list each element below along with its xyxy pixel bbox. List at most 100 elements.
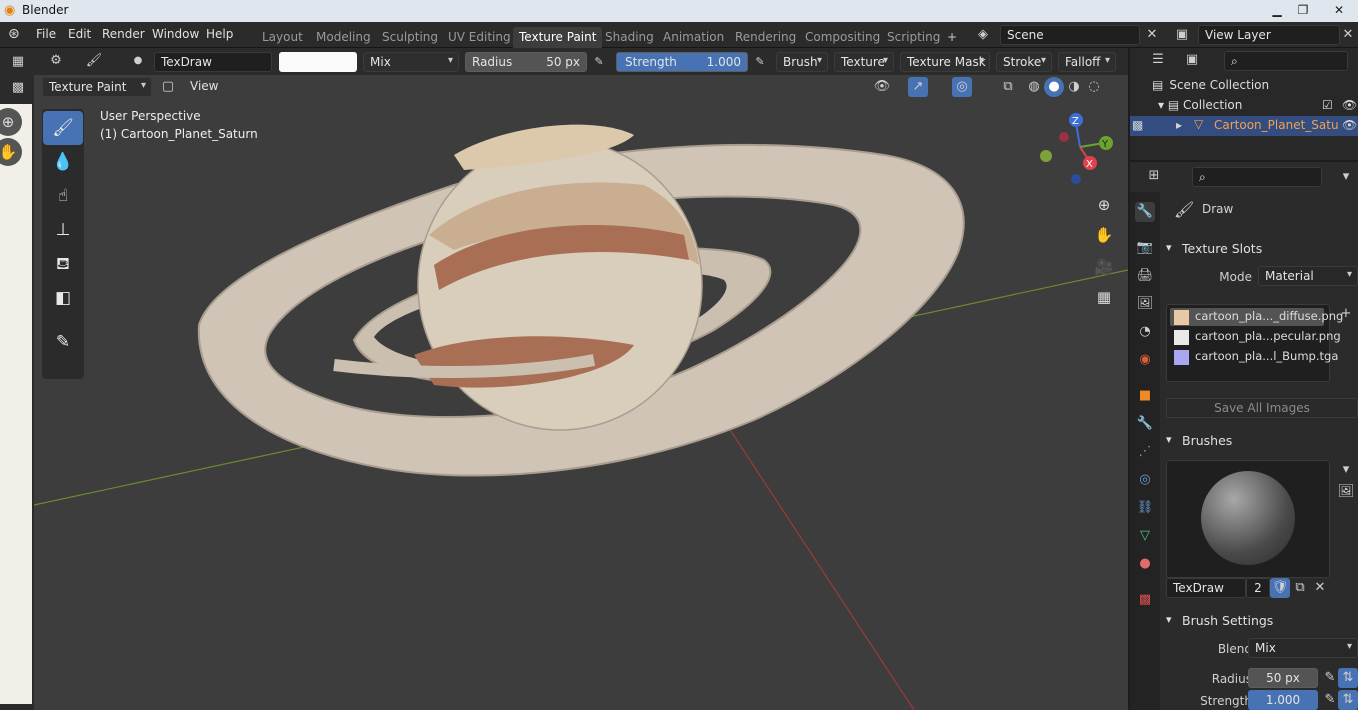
strength-pressure-icon[interactable]: ✎ <box>750 52 770 72</box>
radius-field[interactable]: 50 px <box>1248 668 1318 688</box>
scene-collection-row[interactable]: ▤ Scene Collection <box>1152 78 1269 92</box>
render-tab-icon[interactable]: 📷 <box>1135 238 1155 258</box>
texture-slot-bump[interactable]: cartoon_pla...l_Bump.tga <box>1170 348 1338 366</box>
menu-file[interactable]: File <box>36 27 56 41</box>
collection-visibility-icon[interactable]: 👁 <box>1342 98 1357 112</box>
strength-field[interactable]: 1.000 <box>1248 690 1318 710</box>
duplicate-brush-icon[interactable]: ⧉ <box>1290 578 1310 598</box>
close-icon[interactable]: ✕ <box>1324 1 1354 19</box>
xray-icon[interactable]: ⧉ <box>998 77 1018 97</box>
object-visibility-icon[interactable]: 👁 <box>1342 118 1357 132</box>
mask-tool-icon[interactable]: ◧ <box>43 281 83 315</box>
draw-tool-icon[interactable]: 🖌 <box>43 111 83 145</box>
overlay-toggle-icon[interactable]: ◎ <box>952 77 972 97</box>
object-tab-icon[interactable]: ■ <box>1135 386 1155 406</box>
tool-settings-icon[interactable]: ⚙ <box>46 51 66 71</box>
output-tab-icon[interactable]: 🖨 <box>1135 266 1155 286</box>
tab-animation[interactable]: Animation <box>657 27 730 48</box>
view-layer-icon[interactable]: ▣ <box>1172 25 1192 45</box>
fake-user-icon[interactable]: 🛡 <box>1270 578 1290 598</box>
brush-name-field[interactable]: TexDraw <box>154 52 272 72</box>
brush-menu[interactable]: Brush <box>776 52 828 72</box>
outliner-search-input[interactable]: ⌕ <box>1224 51 1348 71</box>
checker-icon[interactable]: ▩ <box>8 78 28 98</box>
panel-options-icon[interactable]: ▾ <box>1336 167 1356 187</box>
viewport-shading-icon[interactable]: ▢ <box>158 77 178 97</box>
add-workspace-button[interactable]: + <box>941 27 963 48</box>
image-editor-canvas[interactable] <box>0 104 32 704</box>
physics-tab-icon[interactable]: ◎ <box>1135 470 1155 490</box>
texture-slots-header[interactable]: Texture Slots <box>1162 238 1358 260</box>
custom-icon-icon[interactable]: 🖼 <box>1336 482 1356 502</box>
tab-layout[interactable]: Layout <box>256 27 309 48</box>
add-slot-icon[interactable]: + <box>1336 304 1356 324</box>
brush-name-field[interactable]: TexDraw <box>1166 578 1246 598</box>
properties-search-input[interactable]: ⌕ <box>1192 167 1322 187</box>
collection-checkbox-icon[interactable]: ☑ <box>1322 98 1333 112</box>
menu-help[interactable]: Help <box>206 27 233 41</box>
clone-tool-icon[interactable]: ⊥ <box>43 213 83 247</box>
view-layer-tab-icon[interactable]: 🖼 <box>1135 294 1155 314</box>
3d-viewport[interactable]: 🖌 💧 ☝ ⊥ ⛾ ◧ ✎ User Perspective (1) Carto… <box>34 75 1128 710</box>
tab-texture-paint[interactable]: Texture Paint <box>513 27 603 48</box>
menu-render[interactable]: Render <box>102 27 145 41</box>
tab-compositing[interactable]: Compositing <box>799 27 886 48</box>
smear-tool-icon[interactable]: ☝ <box>43 179 83 213</box>
blend-mode-dropdown[interactable]: Mix <box>363 52 459 72</box>
strength-slider[interactable]: Strength 1.000 <box>616 52 748 72</box>
visibility-icon[interactable]: 👁 <box>872 77 892 97</box>
blend-dropdown[interactable]: Mix <box>1248 638 1358 658</box>
radius-unit-icon[interactable]: ⇅ <box>1338 668 1358 688</box>
wireframe-shading-icon[interactable]: ◍ <box>1024 77 1044 97</box>
material-tab-icon[interactable]: ● <box>1135 554 1155 574</box>
soften-tool-icon[interactable]: 💧 <box>43 145 83 179</box>
menu-edit[interactable]: Edit <box>68 27 91 41</box>
close-scene-icon[interactable]: ✕ <box>1142 25 1162 45</box>
pan-hand-icon[interactable]: ✋ <box>1090 221 1118 249</box>
unlink-brush-icon[interactable]: ✕ <box>1310 578 1330 598</box>
rendered-shading-icon[interactable]: ◌ <box>1084 77 1104 97</box>
solid-shading-icon[interactable]: ● <box>1044 77 1064 97</box>
object-row[interactable]: ▩ ▸ ▽ Cartoon_Planet_Satu 👁 <box>1130 116 1358 136</box>
data-tab-icon[interactable]: ▽ <box>1135 526 1155 546</box>
save-all-images-button[interactable]: Save All Images <box>1166 398 1358 418</box>
brush-settings-header[interactable]: Brush Settings <box>1162 610 1358 632</box>
close-view-layer-icon[interactable]: ✕ <box>1338 25 1358 45</box>
radius-slider[interactable]: Radius 50 px <box>465 52 587 72</box>
grid-view-icon[interactable]: ▦ <box>1090 283 1118 311</box>
maximize-icon[interactable]: ❐ <box>1290 1 1316 19</box>
collection-row[interactable]: ▾ ▤ Collection ☑ 👁 <box>1158 98 1357 112</box>
viewport-scene[interactable] <box>34 75 1128 710</box>
properties-editor-icon[interactable]: ⊞ <box>1144 166 1164 186</box>
tab-modeling[interactable]: Modeling <box>310 27 377 48</box>
scene-field[interactable]: Scene <box>1000 25 1140 45</box>
fill-tool-icon[interactable]: ⛾ <box>43 247 83 281</box>
expand-icon[interactable]: ▸ <box>1176 118 1182 132</box>
view-menu[interactable]: View <box>184 77 224 97</box>
tab-scripting[interactable]: Scripting <box>881 27 946 48</box>
texture-tab-icon[interactable]: ▩ <box>1135 590 1155 610</box>
brushes-header[interactable]: Brushes <box>1162 430 1358 452</box>
stroke-menu[interactable]: Stroke <box>996 52 1052 72</box>
strength-unit-icon[interactable]: ⇅ <box>1338 690 1358 710</box>
brush-preview[interactable] <box>1166 460 1330 578</box>
tab-sculpting[interactable]: Sculpting <box>376 27 444 48</box>
particles-tab-icon[interactable]: ⋰ <box>1135 442 1155 462</box>
texture-slot-specular[interactable]: cartoon_pla...pecular.png <box>1170 328 1341 346</box>
falloff-menu[interactable]: Falloff <box>1058 52 1116 72</box>
modifier-tab-icon[interactable]: 🔧 <box>1135 414 1155 434</box>
world-tab-icon[interactable]: ◉ <box>1135 350 1155 370</box>
view-layer-field[interactable]: View Layer <box>1198 25 1340 45</box>
mode-dropdown[interactable]: Texture Paint <box>42 77 152 97</box>
menu-window[interactable]: Window <box>152 27 199 41</box>
minimize-icon[interactable]: ▁ <box>1264 1 1290 19</box>
tab-uv-editing[interactable]: UV Editing <box>442 27 517 48</box>
navigation-gizmo[interactable]: Z Y X <box>1034 111 1114 191</box>
brush-color-swatch[interactable] <box>279 52 357 72</box>
texture-menu[interactable]: Texture <box>834 52 894 72</box>
mode-dropdown[interactable]: Material <box>1258 266 1358 286</box>
editor-type-icon[interactable]: ▦ <box>8 52 28 72</box>
tool-tab-icon[interactable]: 🔧 <box>1135 202 1155 222</box>
camera-icon[interactable]: 🎥 <box>1090 253 1118 281</box>
brush-list-icon[interactable]: ▾ <box>1336 460 1356 480</box>
